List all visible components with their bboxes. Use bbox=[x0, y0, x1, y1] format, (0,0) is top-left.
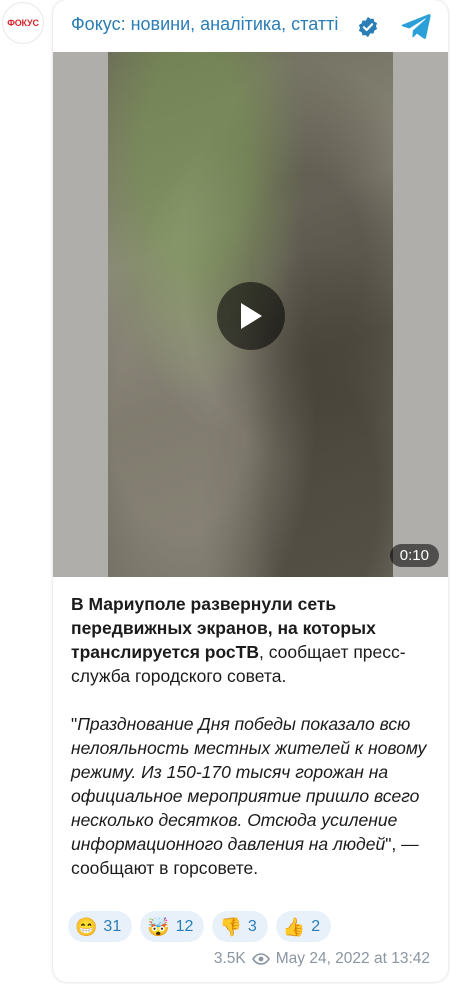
play-icon bbox=[241, 303, 262, 329]
view-count: 3.5K bbox=[213, 950, 246, 967]
post-header: Фокус: новини, аналітика, статті bbox=[53, 0, 448, 52]
reaction-count: 12 bbox=[175, 917, 194, 935]
reaction-exploding-head[interactable]: 🤯 12 bbox=[140, 911, 205, 942]
channel-title[interactable]: Фокус: новини, аналітика, статті bbox=[71, 14, 338, 35]
verified-icon bbox=[358, 16, 378, 38]
exploding-head-emoji-icon: 🤯 bbox=[147, 916, 170, 937]
reactions-bar: 😁 31 🤯 12 👎 3 👍 2 bbox=[68, 911, 332, 942]
post-lead: В Мариуполе развернули сеть передвижных … bbox=[71, 592, 437, 688]
video-duration: 0:10 bbox=[389, 544, 439, 567]
reaction-count: 2 bbox=[311, 917, 321, 935]
reaction-grin[interactable]: 😁 31 bbox=[68, 911, 133, 942]
post-quote: "Празднование Дня победы показало всю не… bbox=[71, 712, 437, 880]
grin-emoji-icon: 😁 bbox=[75, 916, 98, 937]
post-footer: 3.5K May 24, 2022 at 13:42 bbox=[214, 950, 430, 968]
post-text: В Мариуполе развернули сеть передвижных … bbox=[71, 592, 437, 880]
channel-avatar[interactable]: ФОКУС bbox=[2, 2, 44, 44]
avatar-logo-text: ФОКУС bbox=[7, 18, 39, 28]
thumbs-up-emoji-icon: 👍 bbox=[282, 916, 306, 937]
post-card: Фокус: новини, аналітика, статті 0:10 В … bbox=[53, 0, 448, 982]
play-button[interactable] bbox=[217, 282, 285, 350]
post-date: May 24, 2022 at 13:42 bbox=[275, 950, 430, 967]
video-player[interactable]: 0:10 bbox=[53, 52, 448, 577]
video-blur-left bbox=[53, 52, 109, 577]
quote-italic: Празднование Дня победы показало всю нел… bbox=[71, 714, 427, 854]
reaction-count: 31 bbox=[103, 917, 122, 935]
reaction-count: 3 bbox=[247, 917, 257, 935]
telegram-icon[interactable] bbox=[401, 12, 431, 40]
reaction-thumbs-up[interactable]: 👍 2 bbox=[275, 911, 332, 942]
eye-icon bbox=[251, 953, 270, 965]
thumbs-down-emoji-icon: 👎 bbox=[219, 916, 242, 937]
video-blur-right bbox=[393, 52, 448, 577]
reaction-thumbs-down[interactable]: 👎 3 bbox=[212, 911, 268, 942]
